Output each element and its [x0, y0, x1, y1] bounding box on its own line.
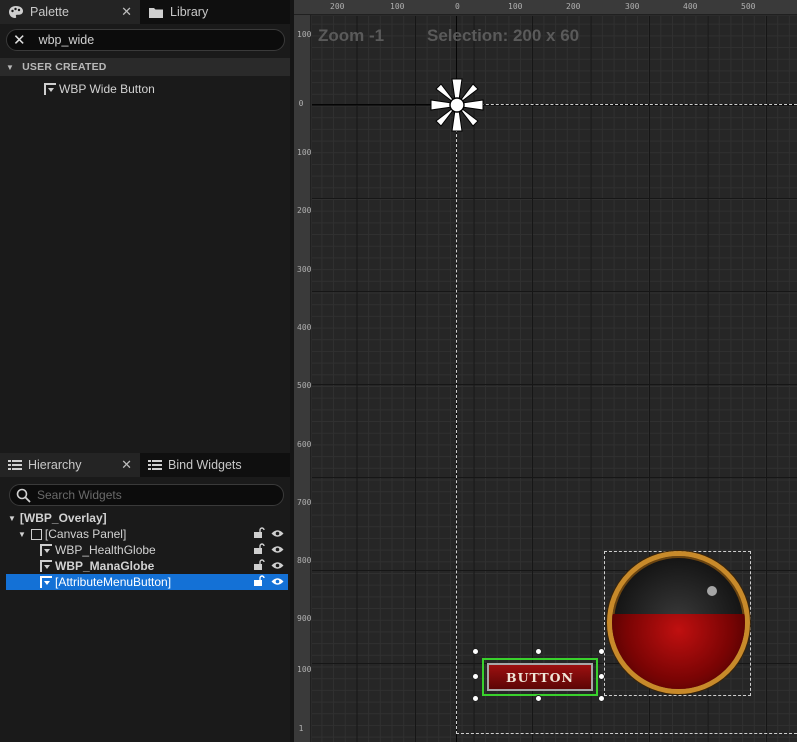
unlock-icon[interactable] — [253, 527, 265, 541]
left-panel: Palette ✕ Library ✕ wbp_wide ▼ USER CREA… — [0, 0, 290, 742]
selection-size: Selection: 200 x 60 — [427, 26, 580, 45]
eye-icon[interactable] — [271, 559, 284, 573]
palette-icon — [8, 5, 24, 19]
anchor-icon[interactable] — [425, 73, 489, 137]
attribute-menu-button-widget[interactable]: BUTTON — [482, 658, 598, 696]
row-toggles — [253, 542, 284, 558]
resize-handle[interactable] — [598, 695, 605, 702]
resize-handle[interactable] — [472, 648, 479, 655]
row-toggles — [253, 558, 284, 574]
widget-icon — [40, 544, 52, 556]
zoom-level: Zoom -1 — [318, 26, 385, 45]
button-label: BUTTON — [487, 663, 593, 691]
chevron-down-icon[interactable]: ▼ — [8, 514, 16, 523]
ruler-label: 800 — [297, 556, 312, 565]
tree-item-attribute-menu-button[interactable]: [AttributeMenuButton] — [6, 574, 288, 590]
close-icon[interactable]: ✕ — [121, 4, 132, 20]
section-user-created-label: USER CREATED — [22, 61, 107, 73]
tree-item-canvas-panel[interactable]: ▼ [Canvas Panel] — [18, 526, 290, 542]
ruler-label: 200 — [297, 206, 312, 215]
tab-library[interactable]: Library — [140, 0, 290, 24]
tab-library-label: Library — [170, 5, 209, 19]
ruler-label: 200 — [566, 2, 581, 11]
ruler-label: 0 — [455, 2, 460, 11]
palette-item-wbp-wide-button[interactable]: WBP Wide Button — [44, 81, 155, 97]
ruler-label: 500 — [297, 381, 312, 390]
unlock-icon[interactable] — [253, 575, 265, 589]
widget-icon — [40, 576, 52, 588]
unlock-icon[interactable] — [253, 559, 265, 573]
resize-handle[interactable] — [472, 695, 479, 702]
ruler-label: 0 — [298, 99, 304, 108]
ruler-label: 200 — [330, 2, 345, 11]
tab-palette-label: Palette — [30, 5, 69, 19]
ruler-label: 100 — [508, 2, 523, 11]
unlock-icon[interactable] — [253, 543, 265, 557]
tab-hierarchy[interactable]: Hierarchy ✕ — [0, 453, 140, 477]
ruler-label: 900 — [297, 614, 312, 623]
folder-icon — [148, 6, 164, 19]
globe-liquid — [612, 614, 745, 689]
palette-search-input[interactable]: ✕ wbp_wide — [6, 29, 285, 51]
chevron-down-icon[interactable]: ▼ — [18, 530, 26, 539]
mana-globe-widget[interactable] — [607, 551, 750, 694]
widget-icon — [40, 560, 52, 572]
tab-bind-widgets-label: Bind Widgets — [168, 458, 242, 472]
hierarchy-tabbar: Hierarchy ✕ Bind Widgets — [0, 453, 290, 477]
ruler-top[interactable]: 200 100 0 100 200 300 400 500 — [294, 0, 797, 15]
palette-search-value: wbp_wide — [38, 33, 95, 47]
resize-handle[interactable] — [535, 648, 542, 655]
row-toggles — [253, 526, 284, 542]
ruler-label: 500 — [741, 2, 756, 11]
list-icon — [148, 459, 162, 471]
palette-item-label: WBP Wide Button — [59, 82, 155, 96]
widget-icon — [44, 83, 56, 95]
ruler-left[interactable]: 100 0 100 200 300 400 500 600 700 800 90… — [294, 15, 311, 742]
ruler-label: 100 — [297, 665, 312, 674]
ruler-label: 100 — [390, 2, 405, 11]
tab-hierarchy-label: Hierarchy — [28, 458, 82, 472]
tree-item-label: [AttributeMenuButton] — [55, 575, 172, 589]
ruler-label: 300 — [625, 2, 640, 11]
chevron-down-icon: ▼ — [6, 62, 15, 72]
section-user-created[interactable]: ▼ USER CREATED — [0, 58, 290, 76]
tree-item-wbp-managlobe[interactable]: WBP_ManaGlobe — [40, 558, 290, 574]
ruler-label: 400 — [297, 323, 312, 332]
tree-item-wbp-overlay[interactable]: ▼ [WBP_Overlay] — [8, 510, 107, 526]
magnifier-icon — [16, 488, 31, 503]
designer-viewport[interactable]: 200 100 0 100 200 300 400 500 100 0 100 … — [294, 0, 797, 742]
resize-handle[interactable] — [598, 673, 605, 680]
eye-icon[interactable] — [271, 543, 284, 557]
close-icon[interactable]: ✕ — [121, 457, 132, 473]
tree-item-label: WBP_ManaGlobe — [55, 559, 155, 573]
eye-icon[interactable] — [271, 527, 284, 541]
resize-handle[interactable] — [535, 695, 542, 702]
eye-icon[interactable] — [271, 575, 284, 589]
ruler-label: 100 — [297, 30, 312, 39]
ruler-label: 600 — [297, 440, 312, 449]
ruler-label: 700 — [297, 498, 312, 507]
hierarchy-search-placeholder: Search Widgets — [37, 488, 122, 502]
ruler-label: 300 — [297, 265, 312, 274]
tree-item-label: [WBP_Overlay] — [19, 511, 107, 525]
ruler-label: 100 — [297, 148, 312, 157]
tab-bind-widgets[interactable]: Bind Widgets — [140, 453, 290, 477]
ruler-label: 400 — [683, 2, 698, 11]
resize-handle[interactable] — [472, 673, 479, 680]
close-icon[interactable]: ✕ — [13, 31, 26, 49]
globe-highlight — [707, 586, 717, 596]
tree-item-label: [Canvas Panel] — [44, 527, 127, 541]
row-toggles — [253, 574, 284, 590]
hierarchy-search-input[interactable]: Search Widgets — [9, 484, 284, 506]
tree-item-label: WBP_HealthGlobe — [55, 543, 156, 557]
palette-tabbar: Palette ✕ Library — [0, 0, 290, 24]
tab-palette[interactable]: Palette ✕ — [0, 0, 140, 24]
resize-handle[interactable] — [598, 648, 605, 655]
list-icon — [8, 459, 22, 471]
tree-item-wbp-healthglobe[interactable]: WBP_HealthGlobe — [40, 542, 290, 558]
canvas-panel-icon — [30, 528, 42, 540]
ruler-label: 1 — [298, 724, 304, 733]
